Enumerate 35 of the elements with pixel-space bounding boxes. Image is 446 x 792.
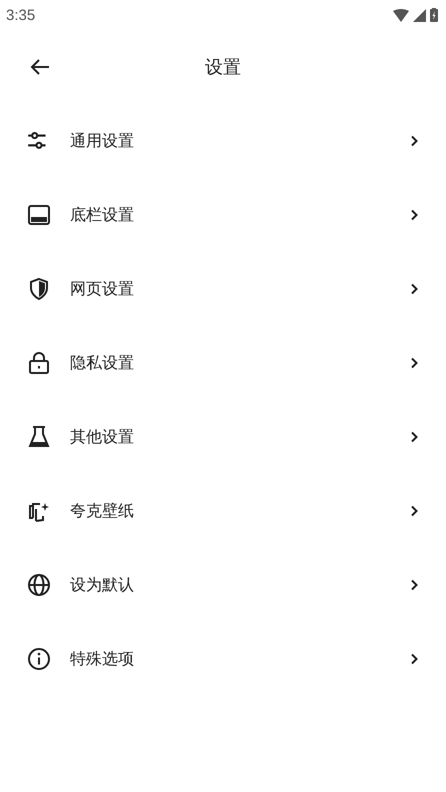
settings-label: 夸克壁纸 [70,500,135,522]
settings-label: 特殊选项 [70,648,135,670]
settings-label: 通用设置 [70,130,135,152]
info-icon [27,647,51,671]
chevron-icon [410,505,418,517]
settings-label: 底栏设置 [70,204,135,226]
chevron-icon [410,579,418,591]
chevron-icon [410,431,418,443]
settings-label: 隐私设置 [70,352,135,374]
settings-item[interactable]: 隐私设置 [0,326,446,400]
shield-icon [27,277,51,301]
settings-label: 其他设置 [70,426,135,448]
globe-icon [27,573,51,597]
settings-label: 设为默认 [70,574,135,596]
chevron-icon [410,653,418,665]
settings-item[interactable]: 特殊选项 [0,622,446,696]
bottom-bar-icon [27,203,51,227]
settings-item[interactable]: 夸克壁纸 [0,474,446,548]
status-time: 3:35 [6,6,36,24]
settings-item[interactable]: 其他设置 [0,400,446,474]
settings-item[interactable]: 网页设置 [0,252,446,326]
settings-item[interactable]: 通用设置 [0,104,446,178]
settings-label: 网页设置 [70,278,135,300]
chevron-icon [410,283,418,295]
chevron-icon [410,135,418,147]
chevron-icon [410,357,418,369]
settings-item[interactable]: 设为默认 [0,548,446,622]
page-title: 设置 [205,56,241,79]
chevron-icon [410,209,418,221]
signal-icon [413,8,426,22]
flask-icon [27,425,51,449]
settings-item[interactable]: 底栏设置 [0,178,446,252]
wifi-icon [393,8,409,22]
lock-icon [27,351,51,375]
battery-icon [430,8,438,22]
